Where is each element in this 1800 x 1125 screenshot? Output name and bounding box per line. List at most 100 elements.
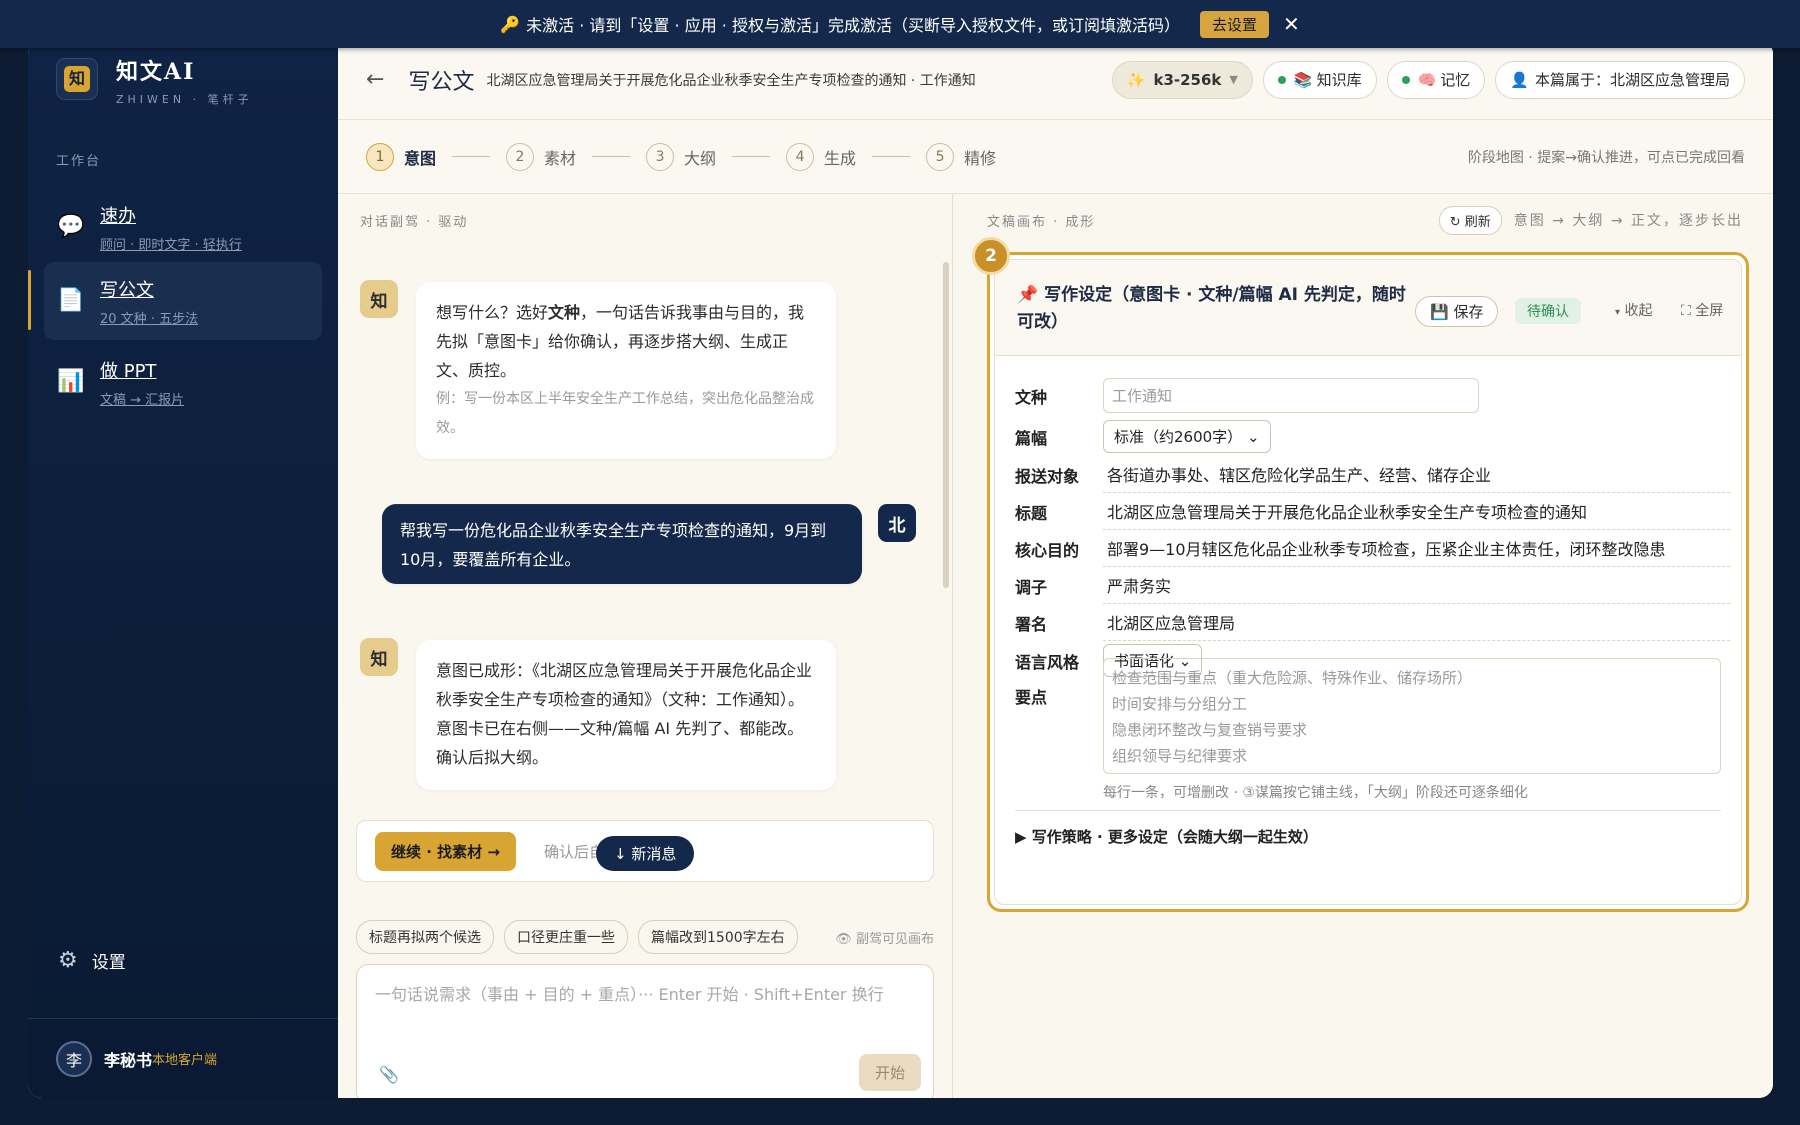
point-line: 时间安排与分组分工 bbox=[1112, 695, 1248, 713]
sidebar-item-quick[interactable]: 💬 速办 顾问 · 即时文字 · 轻执行 bbox=[44, 188, 322, 266]
settings-link[interactable]: ⚙ 设置 bbox=[58, 948, 126, 973]
canvas-panel: 文稿画布 · 成形 ↻ 刷新 意图 → 大纲 → 正文，逐步长出 2 📌 写作设… bbox=[953, 194, 1773, 1098]
field-label: 要点 bbox=[1015, 688, 1048, 707]
model-name: k3-256k bbox=[1153, 70, 1222, 89]
document-icon: 📄 bbox=[57, 288, 85, 313]
step-label: 生成 bbox=[824, 148, 857, 168]
chat-input[interactable]: 一句话说需求（事由 + 目的 + 重点）··· Enter 开始 · Shift… bbox=[356, 964, 934, 1098]
save-label: 保存 bbox=[1453, 303, 1484, 321]
suggestion-chip[interactable]: 口径更庄重一些 bbox=[504, 920, 628, 954]
expand-icon: ⛶ bbox=[1681, 303, 1691, 319]
banner-text: 未激活 · 请到「设置 · 应用 · 授权与激活」完成激活（买断导入授权文件，或… bbox=[526, 16, 1180, 35]
memory-toggle[interactable]: 🧠 记忆 bbox=[1386, 60, 1486, 99]
sidebar-item-label: 做 PPT bbox=[100, 360, 157, 382]
field-title: 标题 北湖区应急管理局关于开展危化品企业秋季安全生产专项检查的通知 bbox=[1015, 493, 1730, 530]
kb-label: 知识库 bbox=[1316, 71, 1362, 89]
person-icon: 👤 bbox=[1510, 70, 1529, 89]
step-number: 5 bbox=[926, 142, 955, 171]
canvas-title: 文稿画布 · 成形 bbox=[987, 214, 1096, 230]
close-icon[interactable]: ✕ bbox=[1283, 12, 1300, 36]
app-window: 知 知文AI ZHIWEN · 笔杆子 工作台 💬 速办 顾问 · 即时文字 ·… bbox=[28, 40, 1773, 1098]
caret-icon: ▾ bbox=[1615, 307, 1621, 318]
knowledge-base-toggle[interactable]: 📚 知识库 bbox=[1262, 60, 1377, 99]
memory-label: 记忆 bbox=[1440, 71, 1471, 89]
field-doc-type: 文种 工作通知 bbox=[1015, 378, 1730, 413]
point-line: 检查范围与重点（重大危险源、特殊作业、储存场所） bbox=[1112, 669, 1473, 687]
step-divider bbox=[452, 156, 491, 157]
start-button[interactable]: 开始 bbox=[858, 1054, 921, 1091]
field-recipients: 报送对象 各街道办事处、辖区危险化学品生产、经营、储存企业 bbox=[1015, 456, 1730, 493]
back-arrow-icon[interactable]: ← bbox=[366, 67, 384, 92]
strategy-toggle[interactable]: ▶ 写作策略 · 更多设定（会随大纲一起生效） bbox=[1015, 826, 1318, 847]
step-material[interactable]: 2 素材 bbox=[506, 142, 577, 171]
message-bold: 文种 bbox=[548, 303, 581, 322]
app-name: 知文AI bbox=[116, 59, 196, 85]
points-hint: 每行一条，可增删改 · ③谋篇按它铺主线，「大纲」阶段还可逐条细化 bbox=[1103, 785, 1528, 801]
go-settings-button[interactable]: 去设置 bbox=[1199, 10, 1269, 38]
model-selector[interactable]: ✨ k3-256k ▼ bbox=[1111, 60, 1253, 99]
step-number: 3 bbox=[646, 142, 675, 171]
user-message: 帮我写一份危化品企业秋季安全生产专项检查的通知，9月到10月，要覆盖所有企业。 bbox=[382, 504, 862, 584]
brain-icon: 🧠 bbox=[1417, 70, 1437, 89]
signature-field[interactable]: 北湖区应急管理局 bbox=[1103, 604, 1730, 641]
save-icon: 💾 bbox=[1430, 303, 1449, 321]
flow-hint: 意图 → 大纲 → 正文，逐步长出 bbox=[1513, 213, 1743, 229]
suggestion-chip[interactable]: 篇幅改到1500字左右 bbox=[638, 920, 798, 954]
refresh-button[interactable]: ↻ 刷新 bbox=[1438, 205, 1502, 235]
status-badge: 待确认 bbox=[1515, 298, 1581, 324]
step-divider bbox=[872, 156, 911, 157]
app-logo: 知 bbox=[56, 58, 98, 100]
step-refine[interactable]: 5 精修 bbox=[926, 142, 996, 171]
tone-field[interactable]: 严肃务实 bbox=[1103, 567, 1730, 604]
user-profile[interactable]: 李 李秘书 本地客户端 bbox=[28, 1018, 338, 1098]
page-title: 写公文 bbox=[408, 69, 475, 95]
example-text: 例：写一份本区上半年安全生产工作总结，突出危化品整治成效。 bbox=[436, 391, 814, 436]
step-outline[interactable]: 3 大纲 bbox=[646, 142, 717, 171]
sidebar-item-ppt[interactable]: 📊 做 PPT 文稿 → 汇报片 bbox=[44, 343, 322, 421]
caret-right-icon: ▶ bbox=[1015, 828, 1027, 846]
sidebar-item-label: 速办 bbox=[100, 205, 136, 227]
bot-avatar: 知 bbox=[360, 638, 398, 676]
goal-field[interactable]: 部署9—10月辖区危化品企业秋季专项检查，压紧企业主体责任，闭环整改隐患 bbox=[1103, 530, 1730, 567]
app-subtitle: ZHIWEN · 笔杆子 bbox=[116, 93, 253, 106]
divider bbox=[1015, 810, 1721, 811]
suggestion-chip[interactable]: 标题再拟两个候选 bbox=[356, 920, 494, 954]
points-textarea[interactable]: 检查范围与重点（重大危险源、特殊作业、储存场所） 时间安排与分组分工 隐患闭环整… bbox=[1103, 658, 1721, 774]
attachment-icon[interactable]: 📎 bbox=[379, 1065, 399, 1084]
collapse-button[interactable]: ▾ 收起 bbox=[1615, 300, 1652, 320]
field-label: 核心目的 bbox=[1015, 540, 1080, 560]
field-label: 标题 bbox=[1015, 503, 1048, 523]
step-divider bbox=[592, 156, 631, 157]
logo-mark: 知 bbox=[64, 66, 90, 92]
save-button[interactable]: 💾 保存 bbox=[1415, 296, 1499, 327]
step-label: 素材 bbox=[544, 148, 577, 168]
canvas-visible-toggle[interactable]: 👁 副驾可见画布 bbox=[835, 928, 934, 947]
sidebar-item-write-doc[interactable]: 📄 写公文 20 文种 · 五步法 bbox=[28, 262, 322, 340]
status-dot bbox=[1401, 75, 1410, 84]
recipients-field[interactable]: 各街道办事处、辖区危险化学品生产、经营、储存企业 bbox=[1103, 456, 1730, 493]
continue-button[interactable]: 继续 · 找素材 → bbox=[375, 831, 516, 871]
chat-scrollbar[interactable] bbox=[943, 262, 949, 588]
field-label: 报送对象 bbox=[1015, 466, 1080, 486]
doc-type-input[interactable]: 工作通知 bbox=[1103, 378, 1479, 413]
length-select[interactable]: 标准（约2600字） ⌄ bbox=[1103, 420, 1271, 453]
suggestion-chips: 标题再拟两个候选 口径更庄重一些 篇幅改到1500字左右 👁 副驾可见画布 bbox=[356, 920, 934, 954]
card-title: 📌 写作设定（意图卡 · 文种/篇幅 AI 先判定，随时可改） bbox=[1017, 282, 1412, 336]
chat-panel: 对话副驾 · 驱动 知 想写什么？选好文种，一句话告诉我事由与目的，我先拟「意图… bbox=[338, 194, 953, 1098]
step-divider bbox=[732, 156, 771, 157]
intent-card: 2 📌 写作设定（意图卡 · 文种/篇幅 AI 先判定，随时可改） 💾 保存 待… bbox=[972, 237, 1749, 912]
new-message-button[interactable]: ↓ 新消息 bbox=[596, 836, 695, 871]
active-indicator bbox=[28, 270, 31, 330]
fullscreen-button[interactable]: ⛶ 全屏 bbox=[1681, 300, 1723, 320]
sidebar-item-label: 写公文 bbox=[100, 279, 154, 301]
sidebar-item-sub: 文稿 → 汇报片 bbox=[100, 392, 185, 408]
step-label: 大纲 bbox=[684, 148, 717, 168]
title-field[interactable]: 北湖区应急管理局关于开展危化品企业秋季安全生产专项检查的通知 bbox=[1103, 493, 1730, 530]
step-generate[interactable]: 4 生成 bbox=[786, 142, 857, 171]
step-intent[interactable]: 1 意图 bbox=[366, 142, 436, 171]
owner-selector[interactable]: 👤 本篇属于：北湖区应急管理局 bbox=[1495, 60, 1745, 99]
point-line: 隐患闭环整改与复查销号要求 bbox=[1112, 721, 1308, 739]
select-value: 标准（约2600字） bbox=[1114, 428, 1243, 446]
step-number: 1 bbox=[366, 142, 394, 171]
card-title-text: 写作设定（意图卡 · 文种/篇幅 AI 先判定，随时可改） bbox=[1017, 285, 1406, 332]
